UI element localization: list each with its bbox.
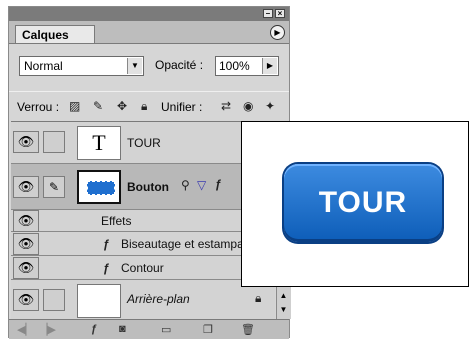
brush-icon[interactable]: ✎ bbox=[43, 176, 65, 198]
layer-row-bouton[interactable]: 👁︎ ✎ Bouton ⚲ ▽ ƒ bbox=[11, 164, 275, 210]
eye-icon[interactable]: 👁︎ bbox=[13, 289, 39, 311]
fx-icon: ƒ bbox=[103, 261, 110, 275]
layer-row-tour[interactable]: 👁︎ T TOUR bbox=[11, 122, 275, 164]
unify-position-icon[interactable]: ⇄ bbox=[221, 99, 231, 113]
chevron-down-icon: ▼ bbox=[127, 58, 142, 74]
tab-calques[interactable]: Calques bbox=[15, 25, 95, 43]
scroll-up-icon[interactable]: ▲ bbox=[278, 291, 289, 301]
layer-name: TOUR bbox=[127, 136, 161, 150]
folder-icon[interactable]: ▭ bbox=[161, 323, 171, 336]
background-thumbnail bbox=[77, 284, 121, 318]
panel-menu-button[interactable]: ▶ bbox=[270, 25, 285, 40]
blend-mode-value: Normal bbox=[24, 59, 63, 73]
blend-mode-select[interactable]: Normal ▼ bbox=[19, 56, 144, 76]
trash-icon[interactable]: 🗑︎ bbox=[241, 323, 255, 336]
layer-name: Arrière-plan bbox=[127, 292, 190, 306]
lock-row: Verrou : ▨ ✎ ✥ 🔒︎ Unifier : ⇄ ◉ ✦ bbox=[9, 91, 289, 122]
link-slot[interactable] bbox=[43, 131, 65, 153]
prev-icon[interactable]: ◀▏ bbox=[17, 323, 34, 336]
lock-icon: 🔒︎ bbox=[255, 291, 262, 305]
lock-transparent-icon[interactable]: ▨ bbox=[69, 99, 80, 113]
text-layer-thumbnail: T bbox=[77, 126, 121, 160]
new-layer-icon[interactable]: ❐ bbox=[203, 323, 213, 336]
opacity-field[interactable]: 100% ▶ bbox=[215, 56, 279, 76]
opacity-label: Opacité : bbox=[155, 58, 204, 72]
shape-layer-thumbnail bbox=[77, 170, 121, 204]
move-icon[interactable]: ✥ bbox=[117, 99, 127, 113]
effect-row-contour[interactable]: 👁︎ ƒ Contour bbox=[11, 256, 275, 280]
panel-bottom-bar: ◀▏ ▕▶ ƒ ◙ ▭ ❐ 🗑︎ bbox=[9, 319, 289, 339]
minimize-button[interactable]: – bbox=[263, 9, 273, 18]
layer-name: Bouton bbox=[127, 180, 169, 194]
scroll-down-icon[interactable]: ▼ bbox=[278, 305, 289, 315]
effects-label: Effets bbox=[101, 214, 132, 228]
effect-name: Contour bbox=[121, 261, 164, 275]
fx-icon: ƒ bbox=[103, 237, 110, 251]
eye-icon[interactable]: 👁︎ bbox=[13, 176, 39, 198]
mask-icon[interactable]: ◙ bbox=[119, 323, 126, 335]
tab-row: Calques ▶ bbox=[9, 21, 289, 44]
layer-row-background[interactable]: 👁︎ Arrière-plan 🔒︎ bbox=[11, 280, 275, 320]
close-button[interactable]: × bbox=[275, 9, 285, 18]
link-slot[interactable] bbox=[43, 289, 65, 311]
lock-icon[interactable]: 🔒︎ bbox=[141, 99, 147, 114]
tour-button-preview: TOUR bbox=[284, 164, 442, 242]
link-icon: ⚲ bbox=[181, 178, 190, 192]
brush-icon[interactable]: ✎ bbox=[93, 99, 103, 113]
eye-icon[interactable]: 👁︎ bbox=[13, 131, 39, 153]
expand-triangle-icon[interactable]: ▽ bbox=[197, 178, 206, 192]
unify-style-icon[interactable]: ✦ bbox=[265, 99, 275, 113]
opacity-value: 100% bbox=[219, 59, 250, 73]
panel-titlebar: – × bbox=[9, 7, 289, 21]
eye-icon[interactable]: 👁︎ bbox=[13, 210, 39, 232]
effects-row[interactable]: 👁︎ Effets bbox=[11, 210, 275, 232]
eye-icon[interactable]: 👁︎ bbox=[13, 257, 39, 279]
chevron-right-icon: ▶ bbox=[262, 58, 277, 74]
unify-label: Unifier : bbox=[161, 100, 203, 114]
layers-list: 👁︎ T TOUR 👁︎ ✎ Bouton ⚲ ▽ ƒ 👁︎ Effets 👁︎… bbox=[11, 121, 275, 320]
effect-name: Biseautage et estampage bbox=[121, 237, 258, 251]
unify-visibility-icon[interactable]: ◉ bbox=[243, 99, 253, 113]
lock-label: Verrou : bbox=[17, 100, 60, 114]
next-icon[interactable]: ▕▶ bbox=[39, 323, 56, 336]
preview-canvas: TOUR bbox=[241, 121, 469, 287]
effect-row-bevel[interactable]: 👁︎ ƒ Biseautage et estampage bbox=[11, 232, 275, 256]
fx-icon: ƒ bbox=[215, 177, 222, 191]
blend-row: Normal ▼ Opacité : 100% ▶ bbox=[9, 44, 289, 90]
fx-icon[interactable]: ƒ bbox=[91, 323, 97, 335]
eye-icon[interactable]: 👁︎ bbox=[13, 233, 39, 255]
